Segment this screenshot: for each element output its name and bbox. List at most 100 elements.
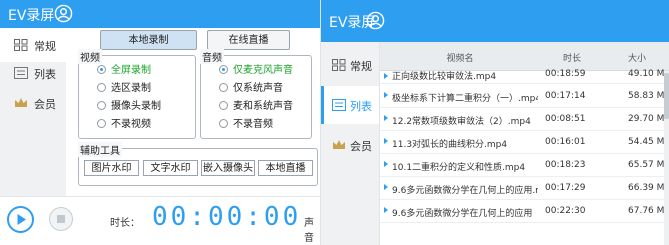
live-stream-tab[interactable]: 在线直播 bbox=[207, 30, 290, 50]
option-label: 不录音频 bbox=[233, 119, 273, 130]
sidebar-item-label: 常规 bbox=[34, 40, 56, 53]
video-table: 视频名 时长 大小 正向级数比较审敛法.mp4 00:18:59 49.10 M… bbox=[379, 42, 669, 245]
audio-group: 音频 仅麦克风声音 仅系统声音 麦和系统声音 不录音频 bbox=[200, 49, 312, 139]
cell-size: 66.39 M bbox=[628, 183, 665, 193]
option-label: 不录视频 bbox=[111, 119, 151, 130]
cell-duration: 00:22:30 bbox=[545, 206, 586, 216]
app-title: EV录屏 bbox=[8, 8, 55, 24]
stop-record-button[interactable] bbox=[49, 207, 73, 231]
column-header-duration[interactable]: 时长 bbox=[540, 51, 604, 64]
cell-name: 12.2常数项级数审敛法（2）.mp4 bbox=[392, 117, 531, 127]
sidebar: 常规 列表 会员 bbox=[321, 42, 379, 245]
option-label: 仅系统声音 bbox=[233, 83, 283, 94]
expand-arrow-icon bbox=[384, 184, 388, 190]
cell-name: 正向级数比较审敛法.mp4 bbox=[392, 72, 497, 82]
grid-icon bbox=[332, 59, 346, 71]
table-header: 视频名 时长 大小 bbox=[380, 42, 669, 71]
column-header-name[interactable]: 视频名 bbox=[380, 51, 540, 64]
column-header-size[interactable]: 大小 bbox=[604, 51, 669, 64]
user-icon[interactable] bbox=[366, 11, 385, 30]
table-row[interactable]: 10.1二重积分的定义和性质.mp4 00:18:23 65.57 M bbox=[380, 155, 669, 177]
cell-duration: 00:18:23 bbox=[545, 160, 586, 170]
sidebar-item-vip[interactable]: 会员 bbox=[321, 126, 379, 164]
duration-label: 时长： bbox=[110, 218, 140, 229]
cell-size: 67.76 M bbox=[628, 206, 665, 216]
tools-group: 辅助工具 图片水印 文字水印 嵌入摄像头 本地直播 bbox=[78, 142, 318, 186]
audio-option-mic[interactable]: 仅麦克风声音 bbox=[219, 64, 293, 78]
video-option-none[interactable]: 不录视频 bbox=[97, 118, 151, 132]
stop-icon bbox=[57, 215, 65, 223]
table-row[interactable]: 12.2常数项级数审敛法（2）.mp4 00:08:51 29.70 M bbox=[380, 109, 669, 131]
sidebar-item-list[interactable]: 列表 bbox=[321, 86, 379, 124]
sidebar-item-label: 会员 bbox=[350, 140, 372, 153]
cell-name: 10.1二重积分的定义和性质.mp4 bbox=[392, 163, 526, 173]
video-option-region[interactable]: 选区录制 bbox=[97, 82, 151, 96]
sidebar-item-general[interactable]: 常规 bbox=[321, 46, 379, 84]
sidebar-item-list[interactable]: 列表 bbox=[0, 56, 66, 90]
cell-name: 11.3对弧长的曲线积分.mp4 bbox=[392, 140, 508, 150]
sidebar: 常规 列表 会员 bbox=[0, 28, 66, 196]
audio-group-label: 音频 bbox=[200, 49, 224, 64]
option-label: 选区录制 bbox=[111, 83, 151, 94]
cell-size: 54.45 M bbox=[628, 137, 665, 147]
duration-value: 00:00:00 bbox=[152, 202, 302, 232]
option-label: 麦和系统声音 bbox=[233, 101, 293, 112]
audio-option-mic-and-system[interactable]: 麦和系统声音 bbox=[219, 100, 293, 114]
video-group-label: 视频 bbox=[78, 49, 102, 64]
active-indicator bbox=[321, 86, 324, 124]
tools-group-label: 辅助工具 bbox=[78, 142, 122, 157]
radio-icon bbox=[219, 119, 228, 128]
local-record-tab[interactable]: 本地录制 bbox=[100, 30, 197, 50]
audio-option-system[interactable]: 仅系统声音 bbox=[219, 82, 283, 96]
cell-size: 65.57 M bbox=[628, 160, 665, 170]
table-row[interactable]: 9.6多元函数微分学在几何上的应用（2... 00:22:30 67.76 M bbox=[380, 201, 669, 223]
title-bar: EV录屏 bbox=[0, 0, 320, 28]
cell-name: 极坐标系下计算二重积分（一）.mp4 bbox=[392, 94, 538, 104]
table-row[interactable]: 9.6多元函数微分学在几何上的应用.mp4 00:17:29 66.39 M bbox=[380, 178, 669, 200]
start-record-button[interactable] bbox=[7, 206, 34, 233]
cell-duration: 00:17:29 bbox=[545, 183, 586, 193]
radio-selected-icon bbox=[97, 65, 106, 74]
table-row[interactable]: 极坐标系下计算二重积分（一）.mp4 00:17:14 58.83 M bbox=[380, 86, 669, 108]
embed-camera-button[interactable]: 嵌入摄像头 bbox=[201, 160, 255, 176]
expand-arrow-icon bbox=[384, 115, 388, 121]
sidebar-item-label: 常规 bbox=[350, 60, 372, 73]
table-scrollbar[interactable] bbox=[664, 71, 669, 245]
radio-icon bbox=[219, 101, 228, 110]
cell-size: 58.83 M bbox=[628, 91, 665, 101]
expand-arrow-icon bbox=[384, 73, 388, 79]
radio-icon bbox=[97, 101, 106, 110]
control-bar: 时长： 00:00:00 声音 bbox=[0, 196, 320, 245]
cell-name: 9.6多元函数微分学在几何上的应用.mp4 bbox=[392, 186, 538, 196]
user-icon[interactable] bbox=[54, 4, 73, 23]
video-option-fullscreen[interactable]: 全屏录制 bbox=[97, 64, 151, 78]
record-settings-window: EV录屏 常规 列表 会员 本地录制 在线直播 视频 全屏录制 选区录制 摄像头… bbox=[0, 0, 320, 245]
cell-duration: 00:08:51 bbox=[545, 114, 586, 124]
local-live-button[interactable]: 本地直播 bbox=[258, 160, 313, 176]
image-watermark-button[interactable]: 图片水印 bbox=[84, 160, 139, 176]
volume-label: 声音 bbox=[304, 218, 314, 244]
option-label: 全屏录制 bbox=[111, 65, 151, 76]
video-option-camera[interactable]: 摄像头录制 bbox=[97, 100, 161, 114]
scrollbar-thumb[interactable] bbox=[664, 73, 669, 119]
sidebar-item-label: 会员 bbox=[34, 98, 56, 111]
expand-arrow-icon bbox=[384, 207, 388, 213]
option-label: 仅麦克风声音 bbox=[233, 65, 293, 76]
cell-size: 49.10 M bbox=[628, 69, 665, 79]
sidebar-item-vip[interactable]: 会员 bbox=[0, 86, 66, 120]
grid-icon bbox=[14, 39, 28, 51]
expand-arrow-icon bbox=[384, 92, 388, 98]
cell-duration: 00:16:01 bbox=[545, 137, 586, 147]
table-row[interactable]: 11.3对弧长的曲线积分.mp4 00:16:01 54.45 M bbox=[380, 132, 669, 154]
audio-option-none[interactable]: 不录音频 bbox=[219, 118, 273, 132]
expand-arrow-icon bbox=[384, 138, 388, 144]
text-watermark-button[interactable]: 文字水印 bbox=[143, 160, 198, 176]
table-row[interactable]: 正向级数比较审敛法.mp4 00:18:59 49.10 M bbox=[380, 69, 669, 84]
list-icon bbox=[332, 99, 346, 111]
option-label: 摄像头录制 bbox=[111, 101, 161, 112]
title-bar: EV录屏 bbox=[321, 0, 669, 42]
radio-icon bbox=[219, 83, 228, 92]
crown-icon bbox=[15, 98, 27, 107]
cell-size: 29.70 M bbox=[628, 114, 665, 124]
sidebar-item-label: 列表 bbox=[350, 100, 372, 113]
